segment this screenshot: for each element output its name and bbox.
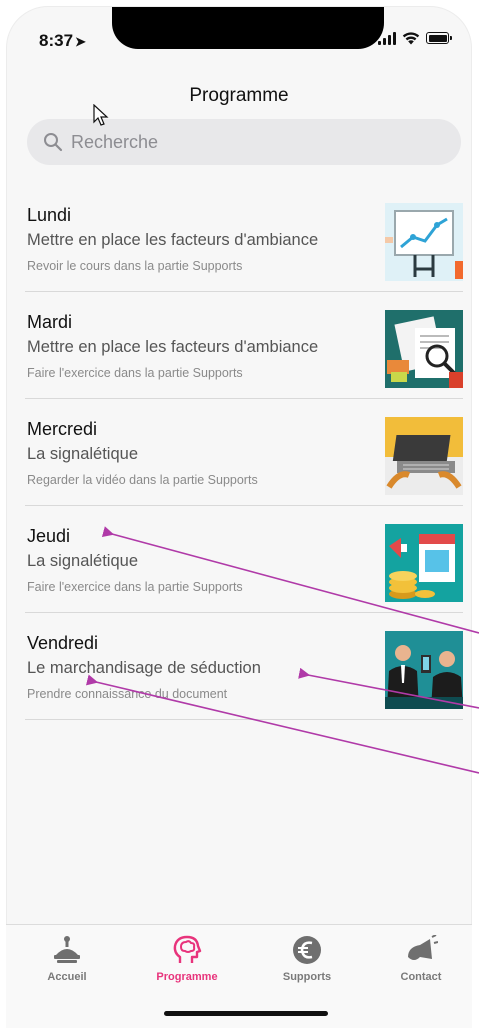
status-time: 8:37 ➤ <box>39 31 86 50</box>
item-day: Mercredi <box>27 419 98 439</box>
brain-head-icon <box>173 935 202 963</box>
presentation-board-image <box>385 203 463 281</box>
item-day: Mardi <box>27 312 73 332</box>
status-indicators <box>378 31 452 45</box>
tab-supports-label: Supports <box>282 971 332 983</box>
tab-accueil-label: Accueil <box>47 971 87 983</box>
item-task: Faire l'exercice dans la partie Supports <box>27 580 243 594</box>
business-meeting-image <box>385 631 463 709</box>
search-icon <box>44 133 63 152</box>
item-subject: Mettre en place les facteurs d'ambiance <box>27 338 319 356</box>
list-item[interactable]: Jeudi La signalétique Faire l'exercice d… <box>25 506 463 613</box>
hanger-icon <box>54 936 80 963</box>
euro-icon <box>293 936 321 964</box>
list-item[interactable]: Lundi Mettre en place les facteurs d'amb… <box>25 185 463 292</box>
mouse-cursor-icon <box>93 104 109 126</box>
shop-coins-image <box>385 524 463 602</box>
battery-icon <box>426 32 452 44</box>
location-arrow-icon: ➤ <box>75 34 86 49</box>
item-day: Jeudi <box>27 526 71 546</box>
list-item[interactable]: Mercredi La signalétique Regarder la vid… <box>25 399 463 506</box>
page-title: Programme <box>189 85 289 106</box>
search-input[interactable] <box>71 131 431 153</box>
cellular-signal-icon <box>378 31 396 45</box>
phone-frame: 8:37➤ Programme Lundi Mettre en place le… <box>6 6 472 1028</box>
tab-contact[interactable]: Contact <box>376 935 466 983</box>
tab-supports[interactable]: Supports <box>262 935 352 983</box>
tab-contact-label: Contact <box>400 971 442 983</box>
item-task: Regarder la vidéo dans la partie Support… <box>27 473 258 487</box>
laptop-hands-image <box>385 417 463 495</box>
device-notch <box>112 7 384 49</box>
item-subject: Mettre en place les facteurs d'ambiance <box>27 231 319 249</box>
program-list: Lundi Mettre en place les facteurs d'amb… <box>25 185 463 720</box>
list-item[interactable]: Vendredi Le marchandisage de séduction P… <box>25 613 463 720</box>
item-subject: La signalétique <box>27 445 139 463</box>
list-item[interactable]: Mardi Mettre en place les facteurs d'amb… <box>25 292 463 399</box>
tab-programme-label: Programme <box>156 971 218 983</box>
megaphone-icon <box>408 935 438 960</box>
item-task: Revoir le cours dans la partie Supports <box>27 259 243 273</box>
item-task: Faire l'exercice dans la partie Supports <box>27 366 243 380</box>
home-indicator[interactable] <box>164 1011 328 1016</box>
wifi-icon <box>402 32 420 45</box>
item-day: Vendredi <box>27 633 99 653</box>
item-subject: Le marchandisage de séduction <box>27 659 261 677</box>
tab-programme[interactable]: Programme <box>142 935 232 983</box>
item-day: Lundi <box>27 205 72 225</box>
item-task: Prendre connaissance du document <box>27 687 228 701</box>
newspaper-magnifier-image <box>385 310 463 388</box>
tab-accueil[interactable]: Accueil <box>22 935 112 983</box>
item-subject: La signalétique <box>27 552 139 570</box>
